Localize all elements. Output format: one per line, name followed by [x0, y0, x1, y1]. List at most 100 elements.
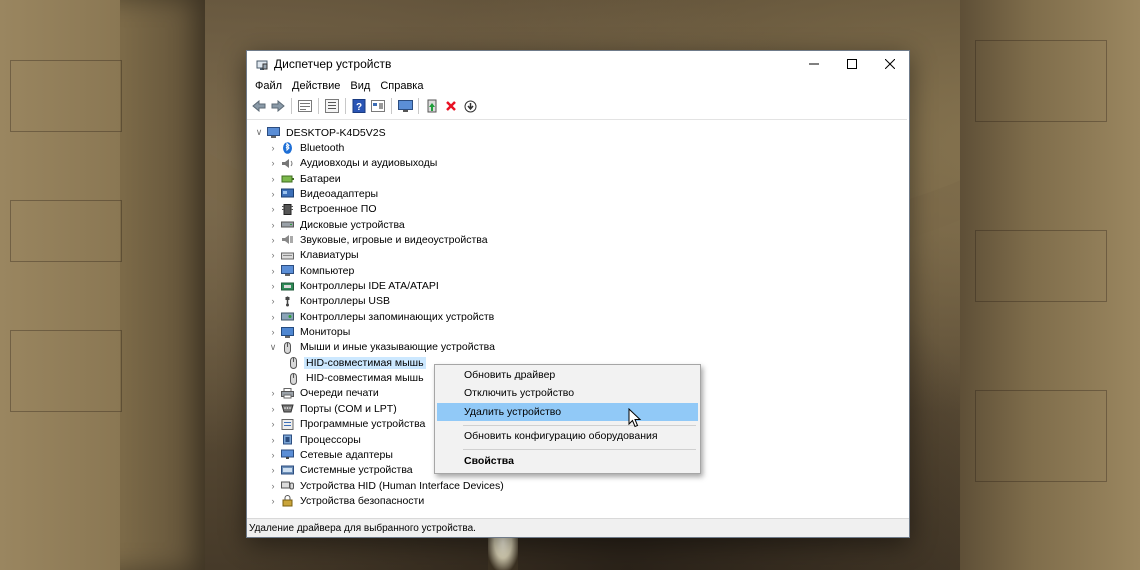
- tree-category-item[interactable]: › Дисковые устройства: [267, 217, 407, 232]
- network-adapter-icon: [281, 449, 294, 460]
- chevron-right-icon[interactable]: ›: [267, 266, 279, 276]
- device-view-icon[interactable]: [370, 98, 386, 114]
- chevron-right-icon[interactable]: ›: [267, 419, 279, 429]
- tree-device-item[interactable]: HID-совместимая мышь: [285, 371, 426, 386]
- tree-category-item[interactable]: ∨ Мыши и иные указывающие устройства: [267, 340, 497, 355]
- chevron-right-icon[interactable]: ›: [267, 312, 279, 322]
- maximize-button[interactable]: [833, 51, 871, 77]
- title-bar[interactable]: Диспетчер устройств: [247, 51, 909, 77]
- window-title: Диспетчер устройств: [274, 57, 392, 71]
- tree-category-item[interactable]: › Батареи: [267, 171, 343, 186]
- menu-file[interactable]: Файл: [250, 80, 287, 92]
- chevron-right-icon[interactable]: ›: [267, 220, 279, 230]
- status-bar: Удаление драйвера для выбранного устройс…: [247, 518, 909, 537]
- monitor-icon: [281, 326, 294, 338]
- close-button[interactable]: [871, 51, 909, 77]
- back-arrow-icon[interactable]: [251, 98, 267, 114]
- chevron-right-icon[interactable]: ›: [267, 496, 279, 506]
- tree-category-item[interactable]: › Встроенное ПО: [267, 202, 379, 217]
- tree-category-item[interactable]: › Аудиовходы и аудиовыходы: [267, 156, 439, 171]
- menu-item-scan-hardware[interactable]: Обновить конфигурацию оборудования: [437, 427, 698, 445]
- tree-category-item[interactable]: › Очереди печати: [267, 386, 381, 401]
- chevron-right-icon[interactable]: ›: [267, 235, 279, 245]
- menu-item-properties[interactable]: Свойства: [437, 452, 698, 470]
- menu-help[interactable]: Справка: [375, 80, 428, 92]
- status-text: Удаление драйвера для выбранного устройс…: [249, 522, 476, 534]
- tree-category-item[interactable]: › Контроллеры IDE ATA/ATAPI: [267, 279, 441, 294]
- chevron-right-icon[interactable]: ›: [267, 327, 279, 337]
- maximize-icon: [847, 59, 857, 69]
- tree-root-label: DESKTOP-K4D5V2S: [286, 126, 386, 139]
- chevron-right-icon[interactable]: ›: [267, 481, 279, 491]
- software-device-icon: [281, 418, 294, 430]
- tree-category-item[interactable]: › Звуковые, игровые и видеоустройства: [267, 232, 490, 247]
- menu-item-uninstall-device[interactable]: Удалить устройство: [437, 403, 698, 421]
- menu-item-update-driver[interactable]: Обновить драйвер: [437, 366, 698, 384]
- chevron-right-icon[interactable]: ›: [267, 388, 279, 398]
- chevron-right-icon[interactable]: ›: [267, 204, 279, 214]
- tree-category-item[interactable]: › Программные устройства: [267, 417, 427, 432]
- chevron-right-icon[interactable]: ›: [267, 450, 279, 460]
- minimize-button[interactable]: [795, 51, 833, 77]
- disk-drive-icon: [281, 219, 294, 230]
- mouse-icon: [287, 372, 300, 385]
- tree-item-label: Видеоадаптеры: [300, 187, 379, 200]
- chevron-right-icon[interactable]: ›: [267, 174, 279, 184]
- svg-text:?: ?: [356, 102, 362, 113]
- tree-category-item[interactable]: › Видеоадаптеры: [267, 186, 380, 201]
- tree-item-label: Встроенное ПО: [300, 203, 377, 216]
- list-view-icon[interactable]: [324, 98, 340, 114]
- forward-arrow-icon[interactable]: [270, 98, 286, 114]
- chevron-right-icon[interactable]: ›: [267, 435, 279, 445]
- disable-device-icon[interactable]: [462, 98, 478, 114]
- close-icon: [885, 59, 895, 69]
- computer-icon: [281, 265, 294, 277]
- chevron-right-icon[interactable]: ›: [267, 404, 279, 414]
- tree-item-label: Устройства HID (Human Interface Devices): [300, 479, 504, 492]
- hid-icon: [281, 480, 294, 491]
- chevron-right-icon[interactable]: ›: [267, 296, 279, 306]
- tree-item-label: Контроллеры USB: [300, 295, 390, 308]
- tree-category-item[interactable]: › Контроллеры USB: [267, 294, 392, 309]
- tree-device-item[interactable]: HID-совместимая мышь: [285, 355, 426, 370]
- chevron-right-icon[interactable]: ›: [267, 465, 279, 475]
- chevron-right-icon[interactable]: ›: [267, 250, 279, 260]
- chevron-down-icon[interactable]: ∨: [253, 127, 265, 138]
- tree-category-item[interactable]: › Устройства HID (Human Interface Devices…: [267, 478, 506, 493]
- chevron-right-icon[interactable]: ›: [267, 281, 279, 291]
- ide-controller-icon: [281, 281, 294, 292]
- tree-category-item[interactable]: › Мониторы: [267, 325, 352, 340]
- usb-icon: [281, 296, 294, 307]
- remove-device-icon[interactable]: [443, 98, 459, 114]
- tree-item-label: HID-совместимая мышь: [306, 372, 424, 385]
- tree-category-item[interactable]: › Контроллеры запоминающих устройств: [267, 309, 496, 324]
- tree-category-item[interactable]: › Компьютер: [267, 263, 356, 278]
- tree-item-label: Дисковые устройства: [300, 218, 405, 231]
- tree-category-item[interactable]: › Клавиатуры: [267, 248, 361, 263]
- tree-category-item[interactable]: › Процессоры: [267, 432, 363, 447]
- monitor-scan-icon[interactable]: [397, 98, 413, 114]
- tree-item-label: Порты (COM и LPT): [300, 402, 397, 415]
- tree-item-label: Клавиатуры: [300, 249, 359, 262]
- update-driver-icon[interactable]: [424, 98, 440, 114]
- system-device-icon: [281, 465, 294, 476]
- tree-item-label: Контроллеры IDE ATA/ATAPI: [300, 280, 439, 292]
- help-icon[interactable]: ?: [351, 98, 367, 114]
- properties-sheet-icon[interactable]: [297, 98, 313, 114]
- menu-item-disable-device[interactable]: Отключить устройство: [437, 384, 698, 402]
- tree-root[interactable]: ∨ DESKTOP-K4D5V2S: [253, 125, 388, 140]
- tree-item-label: Контроллеры запоминающих устройств: [300, 310, 495, 323]
- tree-category-item[interactable]: › Системные устройства: [267, 463, 415, 478]
- tree-category-item[interactable]: › Сетевые адаптеры: [267, 447, 395, 462]
- display-adapter-icon: [281, 188, 294, 199]
- chevron-right-icon[interactable]: ›: [267, 189, 279, 199]
- chevron-down-icon[interactable]: ∨: [267, 342, 279, 353]
- menu-separator: [463, 425, 696, 426]
- tree-category-item[interactable]: › Устройства безопасности: [267, 493, 426, 508]
- menu-action[interactable]: Действие: [287, 80, 345, 92]
- chevron-right-icon[interactable]: ›: [267, 158, 279, 168]
- tree-category-item[interactable]: › Bluetooth: [267, 140, 346, 155]
- menu-view[interactable]: Вид: [345, 80, 375, 92]
- chevron-right-icon[interactable]: ›: [267, 143, 279, 153]
- tree-category-item[interactable]: › Порты (COM и LPT): [267, 401, 399, 416]
